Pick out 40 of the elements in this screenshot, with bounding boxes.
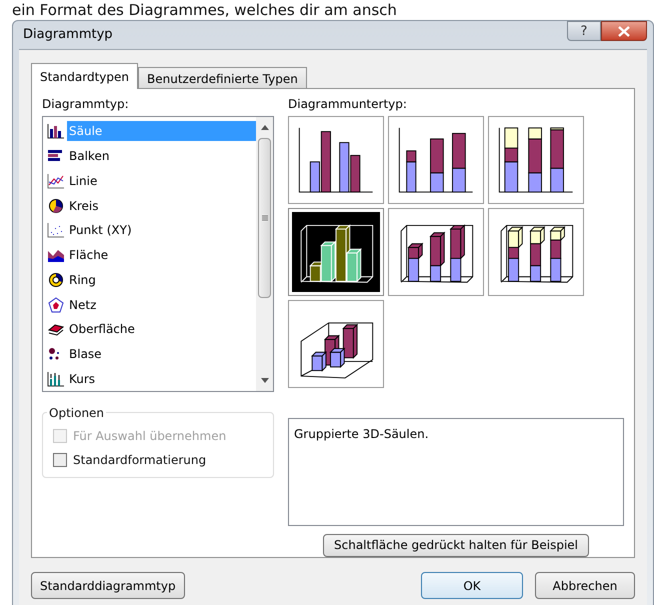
list-item[interactable]: Blase bbox=[67, 344, 256, 364]
radar-chart-icon bbox=[47, 296, 65, 312]
list-item[interactable]: Fläche bbox=[67, 245, 256, 266]
ring-chart-icon bbox=[47, 272, 65, 288]
checkbox-label: Standardformatierung bbox=[73, 452, 206, 469]
preview-button[interactable]: Schaltfläche gedrückt halten für Beispiel bbox=[323, 534, 589, 557]
list-item[interactable]: Ring bbox=[67, 270, 256, 290]
tab[interactable]: Benutzerdefinierte Typen bbox=[138, 67, 307, 89]
checkbox[interactable] bbox=[53, 453, 67, 467]
list-item[interactable]: Netz bbox=[67, 294, 256, 314]
scroll-down-icon bbox=[260, 378, 268, 383]
description-text: Gruppierte 3D-Säulen. bbox=[294, 427, 429, 441]
scrollbar[interactable] bbox=[256, 117, 273, 391]
cancel-button[interactable]: Abbrechen bbox=[535, 572, 635, 599]
list-item[interactable]: Linie bbox=[67, 170, 256, 191]
window-title: Diagrammtyp bbox=[22, 26, 113, 44]
default-chart-button[interactable]: Standarddiagrammtyp bbox=[31, 572, 185, 599]
tab[interactable]: Standardtypen bbox=[31, 63, 138, 89]
column-chart-icon bbox=[47, 123, 65, 140]
ok-button[interactable]: OK bbox=[421, 572, 523, 599]
area-chart-icon bbox=[47, 247, 65, 264]
grip-icon bbox=[262, 215, 268, 221]
stock-chart-icon bbox=[47, 370, 65, 387]
list-item[interactable]: Balken bbox=[67, 146, 256, 166]
list-item[interactable]: Oberfläche bbox=[67, 319, 256, 340]
page-text: ein Format des Diagrammes, welches dir am ansch bbox=[11, 0, 398, 20]
subtype-label: Diagrammuntertyp: bbox=[288, 96, 408, 113]
scrollbar-thumb[interactable] bbox=[258, 138, 271, 298]
scroll-up-icon bbox=[260, 125, 268, 130]
list-item[interactable]: Kreis bbox=[67, 196, 256, 216]
line-chart-icon bbox=[47, 172, 65, 189]
scatter-chart-icon bbox=[47, 222, 65, 238]
checkbox-label: Für Auswahl übernehmen bbox=[73, 428, 226, 445]
close-icon bbox=[618, 26, 630, 36]
list-item[interactable]: Kurs bbox=[67, 368, 256, 389]
close-button[interactable] bbox=[601, 21, 647, 41]
pie-chart-icon bbox=[47, 198, 65, 214]
list-item[interactable]: Punkt (XY) bbox=[67, 220, 256, 240]
help-button[interactable]: ? bbox=[567, 21, 601, 41]
list-label: Diagrammtyp: bbox=[42, 96, 130, 113]
